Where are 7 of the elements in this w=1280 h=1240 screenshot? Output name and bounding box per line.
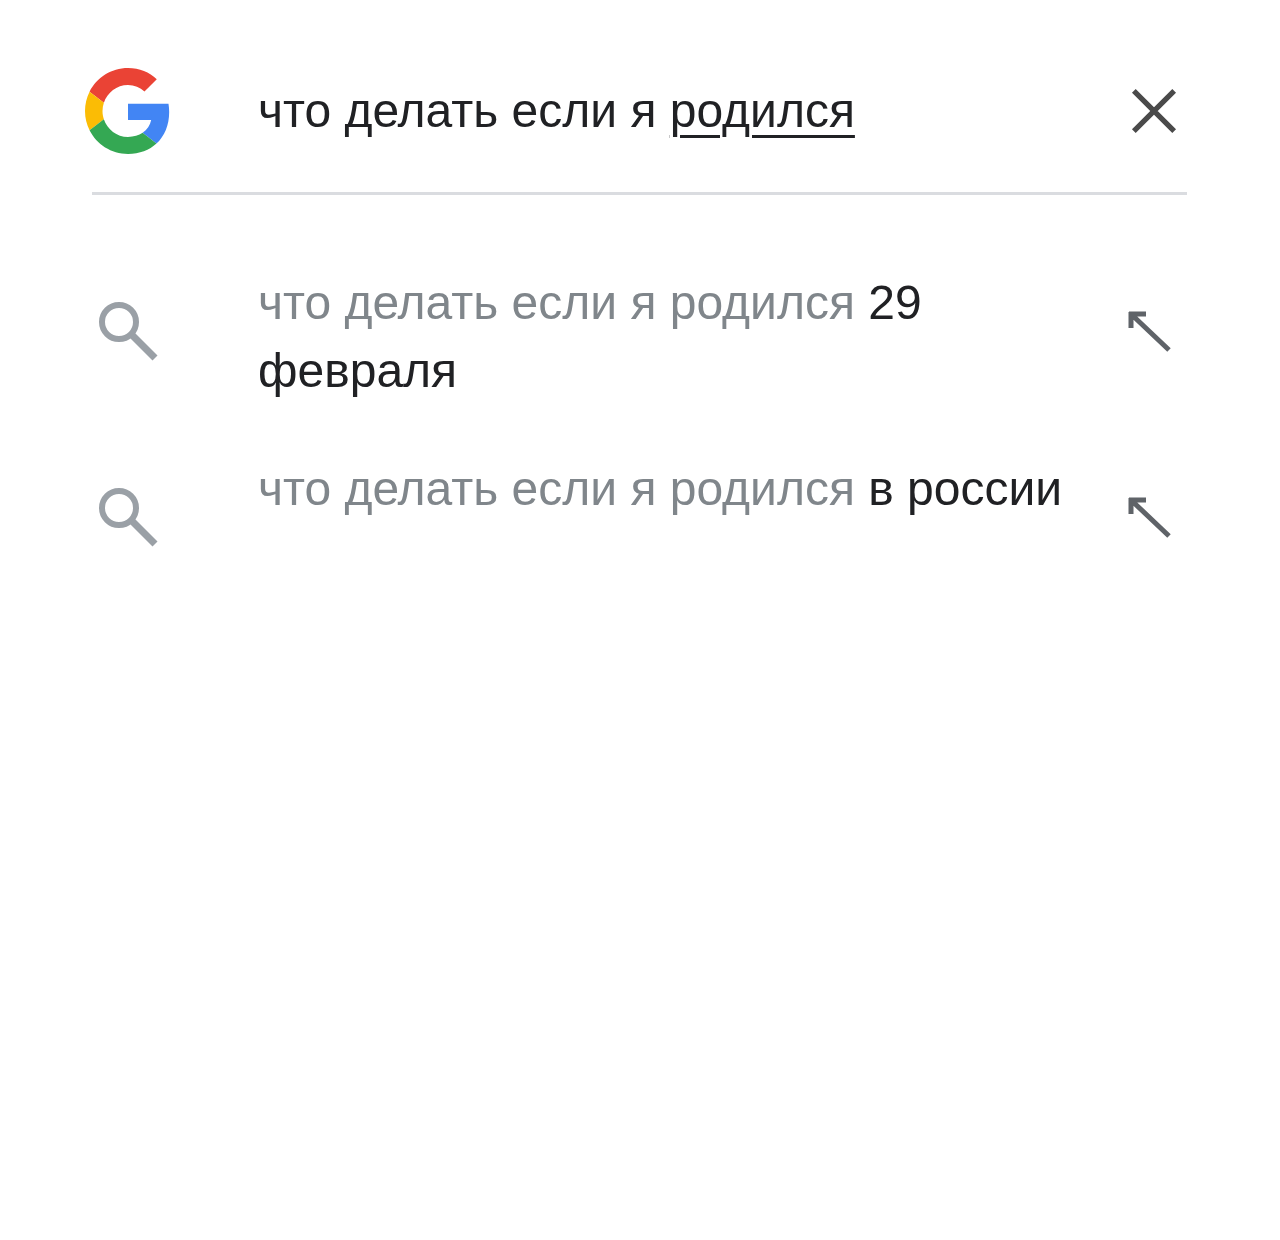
search-icon <box>96 485 158 547</box>
search-icon <box>96 299 158 361</box>
fill-query-button[interactable] <box>1126 309 1172 353</box>
fill-query-button[interactable] <box>1126 495 1172 539</box>
search-field[interactable]: что делать если я родился <box>258 81 1128 141</box>
suggestion-item[interactable]: что делать если я родился в россии <box>258 455 1078 523</box>
suggestion-item[interactable]: что делать если я родился 29 февраля <box>258 269 1078 405</box>
